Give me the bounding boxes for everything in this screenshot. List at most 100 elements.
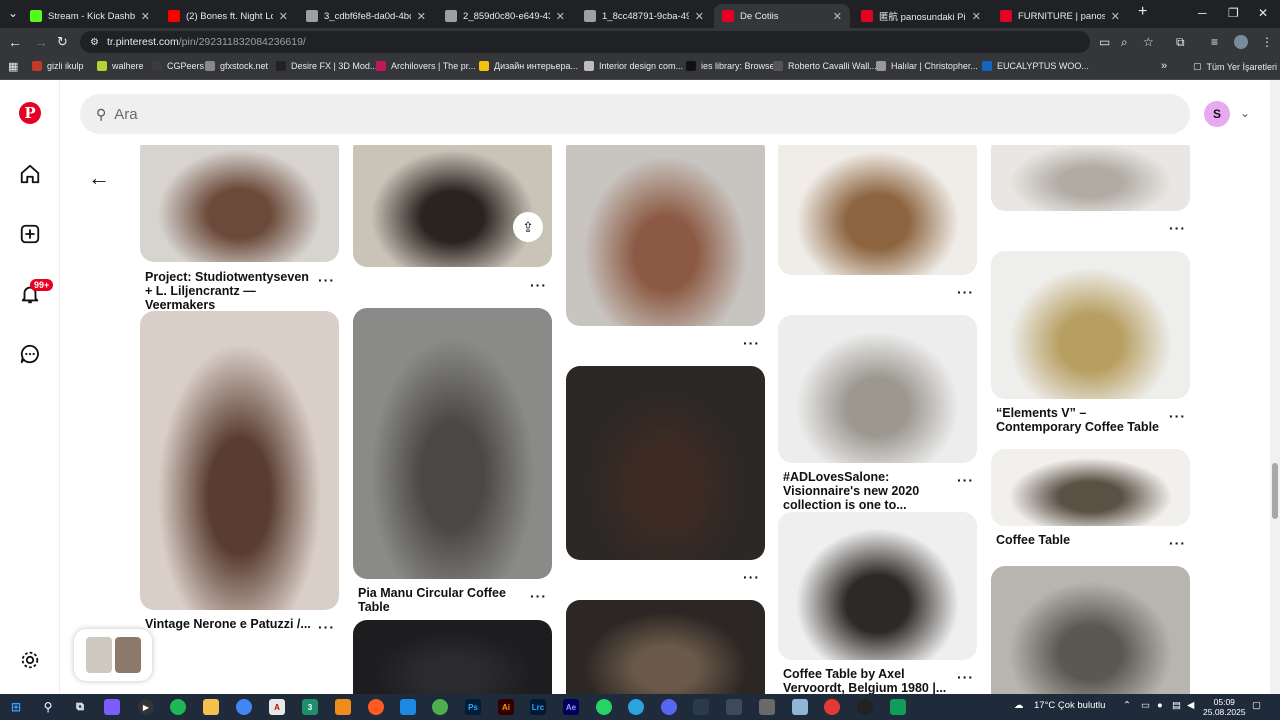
remote-desktop-icon[interactable] — [693, 699, 709, 715]
pin-title[interactable]: Coffee Table — [996, 533, 1166, 547]
bookmark-item[interactable]: Desire FX | 3D Mod... — [276, 61, 377, 71]
chevron-down-icon[interactable]: ⌄ — [1240, 106, 1250, 120]
forward-icon[interactable]: → — [34, 34, 48, 50]
bookmark-item[interactable]: walhere — [97, 61, 144, 71]
pin-title[interactable]: Coffee Table by Axel Vervoordt, Belgium … — [783, 667, 953, 694]
pin-title[interactable]: Pia Manu Circular Coffee Table — [358, 586, 528, 614]
more-options-icon[interactable]: ··· — [1169, 408, 1186, 424]
more-options-icon[interactable]: ··· — [957, 669, 974, 685]
extensions-icon[interactable]: ⧉ — [1176, 35, 1185, 50]
bookmark-item[interactable]: ies library: Browse — [686, 61, 775, 71]
brave-icon[interactable] — [368, 699, 384, 715]
bookmark-star-icon[interactable]: ☆ — [1143, 35, 1154, 49]
tab-close-icon[interactable]: ✕ — [833, 10, 842, 23]
more-options-icon[interactable]: ··· — [957, 284, 974, 300]
utorrent-icon[interactable] — [432, 699, 448, 715]
pin-image[interactable] — [566, 145, 765, 326]
tab-close-icon[interactable]: ✕ — [279, 10, 288, 23]
tray-overflow-icon[interactable]: ⌃ — [1123, 700, 1131, 711]
url-field[interactable]: ⚙ tr.pinterest.com /pin/2923118320842366… — [80, 31, 1090, 53]
file-explorer-icon[interactable] — [203, 699, 219, 715]
image-viewer-icon[interactable] — [890, 699, 906, 715]
notification-center-icon[interactable]: ▢ — [1252, 700, 1261, 711]
taskbar-search-icon[interactable]: ⚲ — [40, 699, 56, 715]
tab-search-icon[interactable]: ⌄ — [8, 6, 18, 20]
all-bookmarks-folder[interactable]: ▢ Tüm Yer İşaretleri — [1193, 61, 1277, 72]
pin-image[interactable] — [778, 315, 977, 463]
pin-image[interactable] — [991, 251, 1190, 399]
weather-text[interactable]: 17°C Çok bulutlu — [1034, 700, 1105, 711]
telegram-icon[interactable] — [628, 699, 644, 715]
more-options-icon[interactable]: ··· — [1169, 220, 1186, 236]
minimize-icon[interactable]: ─ — [1198, 6, 1207, 20]
weather-icon[interactable]: ☁ — [1014, 700, 1024, 711]
blender-icon[interactable] — [335, 699, 351, 715]
browser-tab[interactable]: Stream - Kick Dashboard ✕ — [22, 4, 158, 28]
3dsmax-icon[interactable]: 3 — [302, 699, 318, 715]
maximize-icon[interactable]: ❐ — [1228, 6, 1239, 20]
search-bar[interactable]: ⚲ — [80, 94, 1190, 134]
close-window-icon[interactable]: ✕ — [1258, 6, 1268, 20]
pin-image[interactable] — [778, 145, 977, 275]
pin-title[interactable]: “Elements V” – Contemporary Coffee Table — [996, 406, 1166, 434]
tab-close-icon[interactable]: ✕ — [1111, 10, 1120, 23]
clock[interactable]: 05:09 25.08.2025 — [1203, 697, 1246, 717]
pin-image[interactable] — [991, 145, 1190, 211]
bookmark-item[interactable]: gfxstock.net — [205, 61, 268, 71]
copilot-icon[interactable] — [104, 699, 120, 715]
reload-icon[interactable]: ↻ — [57, 34, 68, 50]
share-icon[interactable]: ⇪ — [513, 212, 543, 242]
tab-close-icon[interactable]: ✕ — [141, 10, 150, 23]
more-options-icon[interactable]: ··· — [743, 569, 760, 585]
pin-image[interactable] — [140, 311, 339, 610]
more-options-icon[interactable]: ··· — [530, 588, 547, 604]
media-player-icon[interactable]: ▶ — [138, 699, 154, 715]
tab-close-icon[interactable]: ✕ — [972, 10, 981, 23]
task-view-icon[interactable]: ⧉ — [72, 699, 88, 715]
start-menu-icon[interactable]: ⊞ — [8, 699, 24, 715]
pin-image[interactable] — [991, 566, 1190, 694]
bookmark-item[interactable]: Roberto Cavalli Wall... — [773, 61, 877, 71]
photoshop-icon[interactable]: Ps — [465, 699, 481, 715]
more-options-icon[interactable]: ··· — [318, 619, 335, 635]
chrome-icon[interactable] — [236, 699, 252, 715]
microphone-icon[interactable]: ● — [1157, 700, 1163, 711]
bookmark-item[interactable]: gizli ikulp — [32, 61, 84, 71]
more-options-icon[interactable]: ··· — [743, 335, 760, 351]
obs-icon[interactable] — [857, 699, 873, 715]
vpn-icon[interactable] — [400, 699, 416, 715]
back-icon[interactable]: ← — [8, 34, 22, 50]
cast-icon[interactable]: ▭ — [1099, 35, 1110, 49]
more-options-icon[interactable]: ··· — [1169, 535, 1186, 551]
notepad-icon[interactable] — [759, 699, 775, 715]
more-bookmarks-icon[interactable]: » — [1161, 60, 1167, 72]
photos-icon[interactable] — [792, 699, 808, 715]
pin-title[interactable]: Vintage Nerone e Patuzzi /... — [145, 617, 315, 631]
pin-title[interactable]: #ADLovesSalone: Visionnaire's new 2020 c… — [783, 470, 953, 512]
bookmark-item[interactable]: Interior design com... — [584, 61, 683, 71]
pin-image[interactable] — [566, 366, 765, 560]
scrollbar[interactable] — [1270, 80, 1280, 694]
browser-tab[interactable]: 2_859d0c80-e649-430c-b ✕ — [437, 4, 573, 28]
more-options-icon[interactable]: ··· — [530, 277, 547, 293]
tab-list-icon[interactable]: ≡ — [1211, 35, 1218, 49]
tab-close-icon[interactable]: ✕ — [556, 10, 565, 23]
calculator-icon[interactable] — [726, 699, 742, 715]
spotify-icon[interactable] — [170, 699, 186, 715]
zoom-icon[interactable]: ⌕ — [1121, 35, 1128, 50]
browser-tab[interactable]: De Cotiis ✕ — [714, 4, 850, 28]
after-effects-icon[interactable]: Ae — [563, 699, 579, 715]
volume-icon[interactable]: ◀ — [1187, 700, 1194, 711]
apps-icon[interactable]: ▦ — [8, 60, 18, 73]
browser-tab[interactable]: 匿航 panosundaki Pin ✕ — [853, 4, 989, 28]
new-tab-button[interactable]: + — [1138, 3, 1147, 21]
network-icon[interactable]: ▤ — [1172, 700, 1181, 711]
browser-tab[interactable]: 3_cdbf6fe8-da0d-4bc4-8 ✕ — [298, 4, 434, 28]
pin-image[interactable] — [778, 512, 977, 660]
whatsapp-icon[interactable] — [596, 699, 612, 715]
chrome-menu-icon[interactable]: ⋮ — [1261, 35, 1273, 49]
tab-close-icon[interactable]: ✕ — [417, 10, 426, 23]
pin-image[interactable] — [140, 145, 339, 262]
browser-tab[interactable]: 1_8cc48791-9cba-4908-9 ✕ — [576, 4, 712, 28]
more-options-icon[interactable]: ··· — [957, 472, 974, 488]
